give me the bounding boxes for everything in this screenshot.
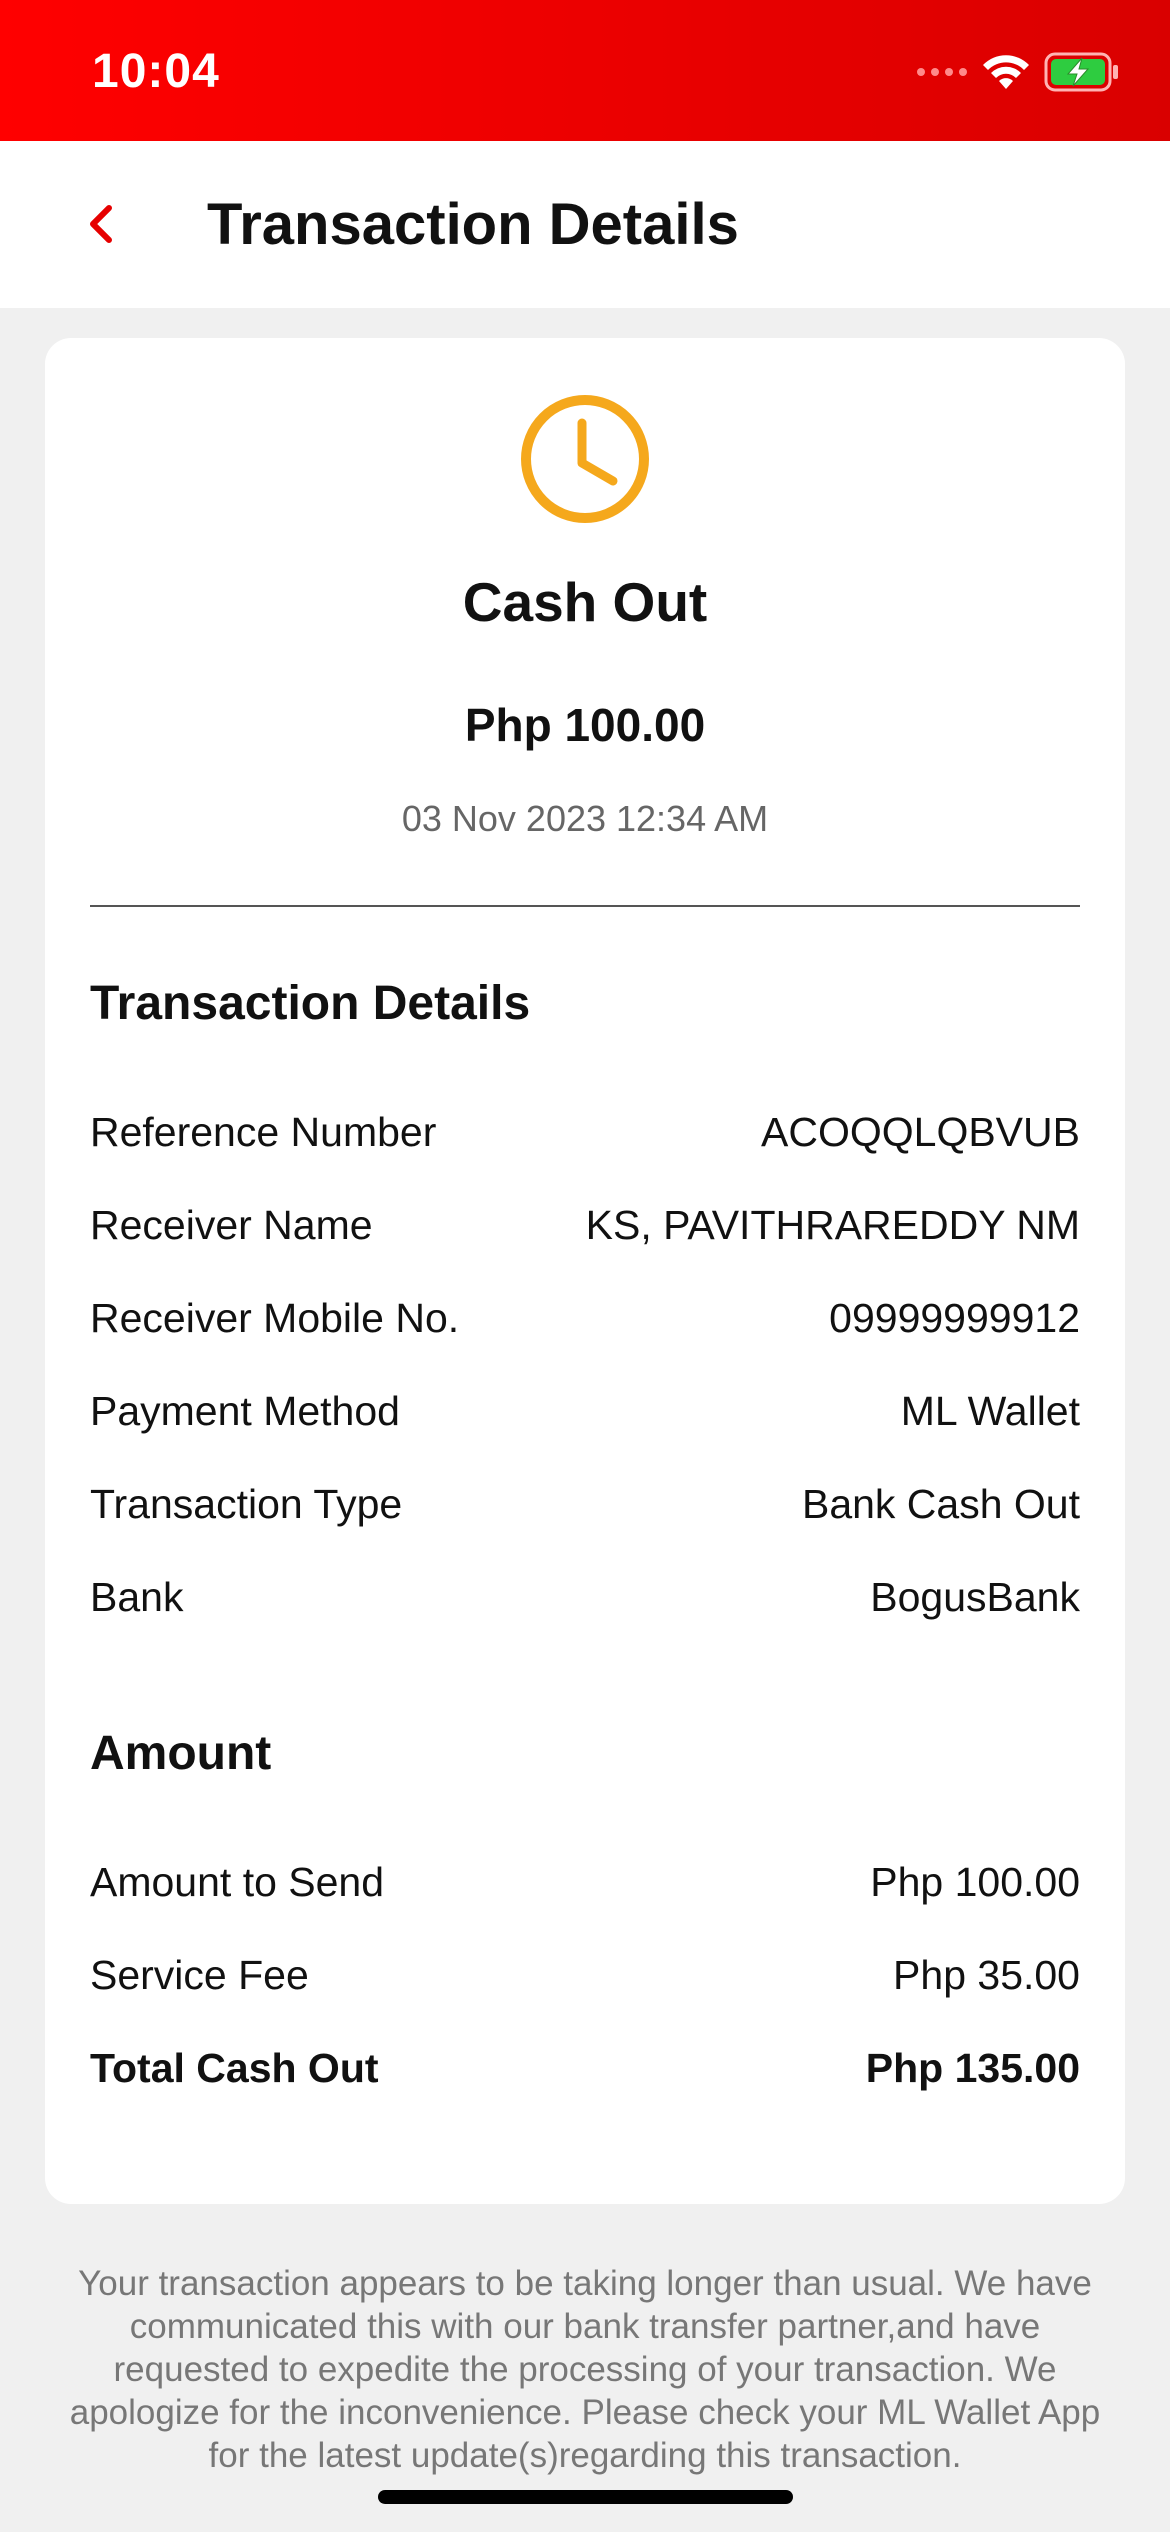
detail-label: Payment Method bbox=[90, 1387, 400, 1434]
status-icons bbox=[916, 50, 1120, 94]
clock-icon bbox=[521, 395, 649, 523]
detail-value: 09999999912 bbox=[829, 1294, 1080, 1341]
amount-label: Total Cash Out bbox=[90, 2044, 379, 2091]
transaction-type-heading: Cash Out bbox=[462, 571, 708, 633]
amount-row-total-cash-out: Total Cash Out Php 135.00 bbox=[90, 2038, 1080, 2098]
detail-value: KS, PAVITHRAREDDY NM bbox=[585, 1201, 1080, 1248]
page-title: Transaction Details bbox=[207, 192, 739, 257]
amount-value: Php 35.00 bbox=[893, 1951, 1080, 1998]
transaction-datetime: 03 Nov 2023 12:34 AM bbox=[401, 798, 769, 839]
amount-section-title: Amount bbox=[90, 1727, 272, 1780]
detail-row-reference-number: Reference Number ACOQQLQBVUB bbox=[90, 1102, 1080, 1162]
battery-charging-icon bbox=[1044, 52, 1118, 92]
detail-label: Reference Number bbox=[90, 1108, 437, 1155]
detail-row-transaction-type: Transaction Type Bank Cash Out bbox=[90, 1474, 1080, 1534]
detail-row-receiver-name: Receiver Name KS, PAVITHRAREDDY NM bbox=[90, 1195, 1080, 1255]
signal-icon bbox=[917, 68, 967, 76]
detail-label: Transaction Type bbox=[90, 1480, 403, 1527]
detail-value: Bank Cash Out bbox=[801, 1480, 1080, 1527]
amount-label: Service Fee bbox=[90, 1951, 309, 1998]
chevron-left-icon bbox=[90, 205, 112, 243]
app-header: Transaction Details bbox=[0, 141, 1170, 308]
status-time: 10:04 bbox=[92, 45, 220, 98]
transaction-card: Cash Out Php 100.00 03 Nov 2023 12:34 AM… bbox=[45, 338, 1125, 2204]
detail-row-receiver-mobile: Receiver Mobile No. 09999999912 bbox=[90, 1288, 1080, 1348]
amount-label: Amount to Send bbox=[90, 1858, 385, 1905]
details-section-title: Transaction Details bbox=[90, 977, 531, 1030]
back-button[interactable] bbox=[60, 184, 140, 264]
detail-value: ACOQQLQBVUB bbox=[761, 1108, 1080, 1155]
detail-label: Receiver Mobile No. bbox=[90, 1294, 460, 1341]
amount-value: Php 100.00 bbox=[870, 1858, 1080, 1905]
transaction-amount: Php 100.00 bbox=[464, 699, 706, 751]
amount-row-amount-to-send: Amount to Send Php 100.00 bbox=[90, 1852, 1080, 1912]
status-bar: 10:04 bbox=[0, 0, 1170, 141]
home-indicator[interactable] bbox=[378, 2490, 793, 2504]
detail-value: BogusBank bbox=[870, 1573, 1080, 1620]
divider bbox=[90, 905, 1080, 907]
delay-notice: Your transaction appears to be taking lo… bbox=[69, 2264, 1101, 2475]
detail-row-payment-method: Payment Method ML Wallet bbox=[90, 1381, 1080, 1441]
amount-row-service-fee: Service Fee Php 35.00 bbox=[90, 1945, 1080, 2005]
amount-value: Php 135.00 bbox=[865, 2044, 1080, 2091]
detail-label: Bank bbox=[90, 1573, 184, 1620]
detail-label: Receiver Name bbox=[90, 1201, 373, 1248]
detail-value: ML Wallet bbox=[900, 1387, 1080, 1434]
wifi-icon bbox=[983, 55, 1029, 89]
detail-row-bank: Bank BogusBank bbox=[90, 1567, 1080, 1627]
